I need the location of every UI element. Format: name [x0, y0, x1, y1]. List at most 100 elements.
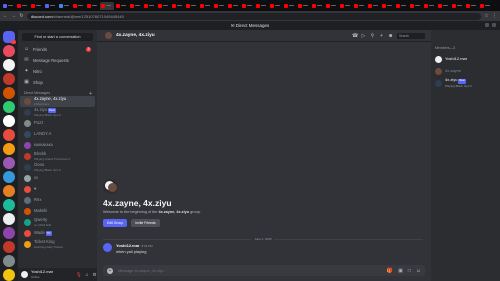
- browser-tab[interactable]: [297, 2, 310, 10]
- dm-item[interactable]: ♥: [20, 184, 95, 195]
- dm-item[interactable]: LANDY.A: [20, 129, 95, 140]
- browser-tab[interactable]: [143, 2, 156, 10]
- dm-item[interactable]: ᴋᴀᴋᴋᴀᴋᴀᴋᴀ: [20, 140, 95, 151]
- gift-icon[interactable]: 🎁: [387, 268, 393, 274]
- url-field[interactable]: discord.com/channels/@me/125107607104944…: [27, 12, 481, 20]
- server-icon[interactable]: [3, 185, 15, 197]
- message-avatar[interactable]: [103, 243, 112, 252]
- browser-tab[interactable]: [129, 2, 142, 10]
- browser-tab[interactable]: [311, 2, 324, 10]
- mic-muted-icon[interactable]: 🎙: [76, 272, 82, 277]
- message-composer[interactable]: + Message 4x.zayne, 4x.ziyu 🎁 ▣ □ ☺: [103, 265, 425, 276]
- dm-item[interactable]: Blvckk Playing Grand Theft Auto V: [20, 151, 95, 162]
- dm-item[interactable]: Ticket King watching daily Tickets: [20, 239, 95, 250]
- browser-tab[interactable]: [115, 2, 128, 10]
- forward-icon[interactable]: →: [11, 13, 16, 19]
- server-icon[interactable]: [3, 213, 15, 225]
- server-icon[interactable]: [3, 115, 15, 127]
- server-icon[interactable]: [3, 101, 15, 113]
- dm-item[interactable]: 4x.ziyu Beat Playing Black Ops 6: [20, 107, 95, 118]
- dm-item[interactable]: Rex: [20, 195, 95, 206]
- dm-item[interactable]: Qwerty on 2K24 Edit: [20, 217, 95, 228]
- gif-icon[interactable]: ▣: [398, 268, 403, 274]
- nav-item[interactable]: ✉ Message Requests: [18, 55, 97, 66]
- browser-tab[interactable]: [86, 2, 99, 10]
- pin-icon[interactable]: ⚲: [370, 33, 375, 39]
- server-icon[interactable]: [3, 59, 15, 71]
- dm-item[interactable]: Wade TR: [20, 228, 95, 239]
- dm-item[interactable]: Pozz: [20, 118, 95, 129]
- server-icon[interactable]: [3, 45, 15, 57]
- browser-tab[interactable]: [100, 1, 114, 10]
- browser-tab[interactable]: [2, 2, 15, 10]
- member-list-icon[interactable]: ☻: [388, 33, 393, 39]
- browser-tab[interactable]: [353, 2, 366, 10]
- browser-tab[interactable]: [367, 2, 380, 10]
- dm-item[interactable]: vc: [20, 173, 95, 184]
- video-icon[interactable]: ▷: [361, 33, 366, 39]
- browser-tab[interactable]: [44, 2, 57, 10]
- invite-friends-button[interactable]: Invite Friends: [131, 219, 160, 227]
- star-icon[interactable]: ☆: [484, 13, 489, 19]
- nav-item[interactable]: ✦ Nitro: [18, 66, 97, 77]
- server-icon[interactable]: [3, 241, 15, 253]
- server-icon[interactable]: [3, 171, 15, 183]
- browser-tab[interactable]: [437, 2, 450, 10]
- member-item[interactable]: Yoshi12.mar: [431, 53, 500, 65]
- server-icon[interactable]: [3, 157, 15, 169]
- edit-group-button[interactable]: Edit Group: [103, 219, 128, 227]
- browser-tab[interactable]: [409, 2, 422, 10]
- nav-item[interactable]: ▣ Shop: [18, 77, 97, 88]
- browser-tab[interactable]: [395, 2, 408, 10]
- call-icon[interactable]: ☎: [352, 33, 358, 39]
- server-icon[interactable]: [3, 227, 15, 239]
- back-icon[interactable]: ←: [3, 13, 8, 19]
- browser-tab[interactable]: [30, 2, 43, 10]
- browser-tab[interactable]: [58, 2, 71, 10]
- dm-item[interactable]: Oooo Playing Black Ops 6: [20, 162, 95, 173]
- server-icon[interactable]: [3, 73, 15, 85]
- browser-tab[interactable]: [381, 2, 394, 10]
- help-icon[interactable]: [492, 23, 496, 27]
- server-icon[interactable]: [3, 87, 15, 99]
- find-conversation-button[interactable]: Find or start a conversation: [22, 33, 93, 41]
- home-button[interactable]: [3, 31, 16, 44]
- emoji-icon[interactable]: ☺: [416, 268, 421, 274]
- menu-icon[interactable]: ⋮: [492, 13, 497, 19]
- sticker-icon[interactable]: □: [408, 268, 411, 274]
- attach-plus-icon[interactable]: +: [107, 267, 113, 274]
- browser-tab[interactable]: [72, 2, 85, 10]
- message-author[interactable]: Yoshi12.mar: [116, 243, 140, 248]
- browser-tab[interactable]: [199, 2, 212, 10]
- browser-tab[interactable]: [269, 2, 282, 10]
- browser-tab[interactable]: [479, 2, 492, 10]
- server-icon[interactable]: [3, 129, 15, 141]
- member-item[interactable]: 4x.zayne: [431, 65, 500, 77]
- browser-tab[interactable]: [213, 2, 226, 10]
- server-icon[interactable]: [3, 255, 15, 267]
- server-icon[interactable]: [3, 199, 15, 211]
- browser-tab[interactable]: [283, 2, 296, 10]
- browser-tab[interactable]: [325, 2, 338, 10]
- server-icon[interactable]: [3, 143, 15, 155]
- message-input[interactable]: Message 4x.zayne, 4x.ziyu: [118, 269, 382, 273]
- server-icon[interactable]: [3, 269, 15, 281]
- user-avatar[interactable]: [21, 271, 28, 278]
- browser-tab[interactable]: [241, 2, 254, 10]
- browser-tab[interactable]: [185, 2, 198, 10]
- browser-tab[interactable]: [227, 2, 240, 10]
- headphones-icon[interactable]: ♫: [84, 272, 89, 277]
- browser-tab[interactable]: [423, 2, 436, 10]
- dm-item[interactable]: Makshi: [20, 206, 95, 217]
- member-item[interactable]: 4x.ziyu Beat Playing Black Ops 6: [431, 77, 500, 89]
- inbox-icon[interactable]: [485, 23, 489, 27]
- nav-item[interactable]: ☺ Friends 3: [18, 44, 97, 55]
- browser-tab[interactable]: [451, 2, 464, 10]
- browser-tab[interactable]: [171, 2, 184, 10]
- browser-tab[interactable]: [465, 2, 478, 10]
- browser-tab[interactable]: [255, 2, 268, 10]
- dm-item[interactable]: 4x.zayne, 4x.ziyu 2 Members: [20, 96, 95, 107]
- reload-icon[interactable]: ↻: [19, 13, 24, 19]
- search-input[interactable]: Search: [397, 32, 425, 39]
- browser-tab[interactable]: [339, 2, 352, 10]
